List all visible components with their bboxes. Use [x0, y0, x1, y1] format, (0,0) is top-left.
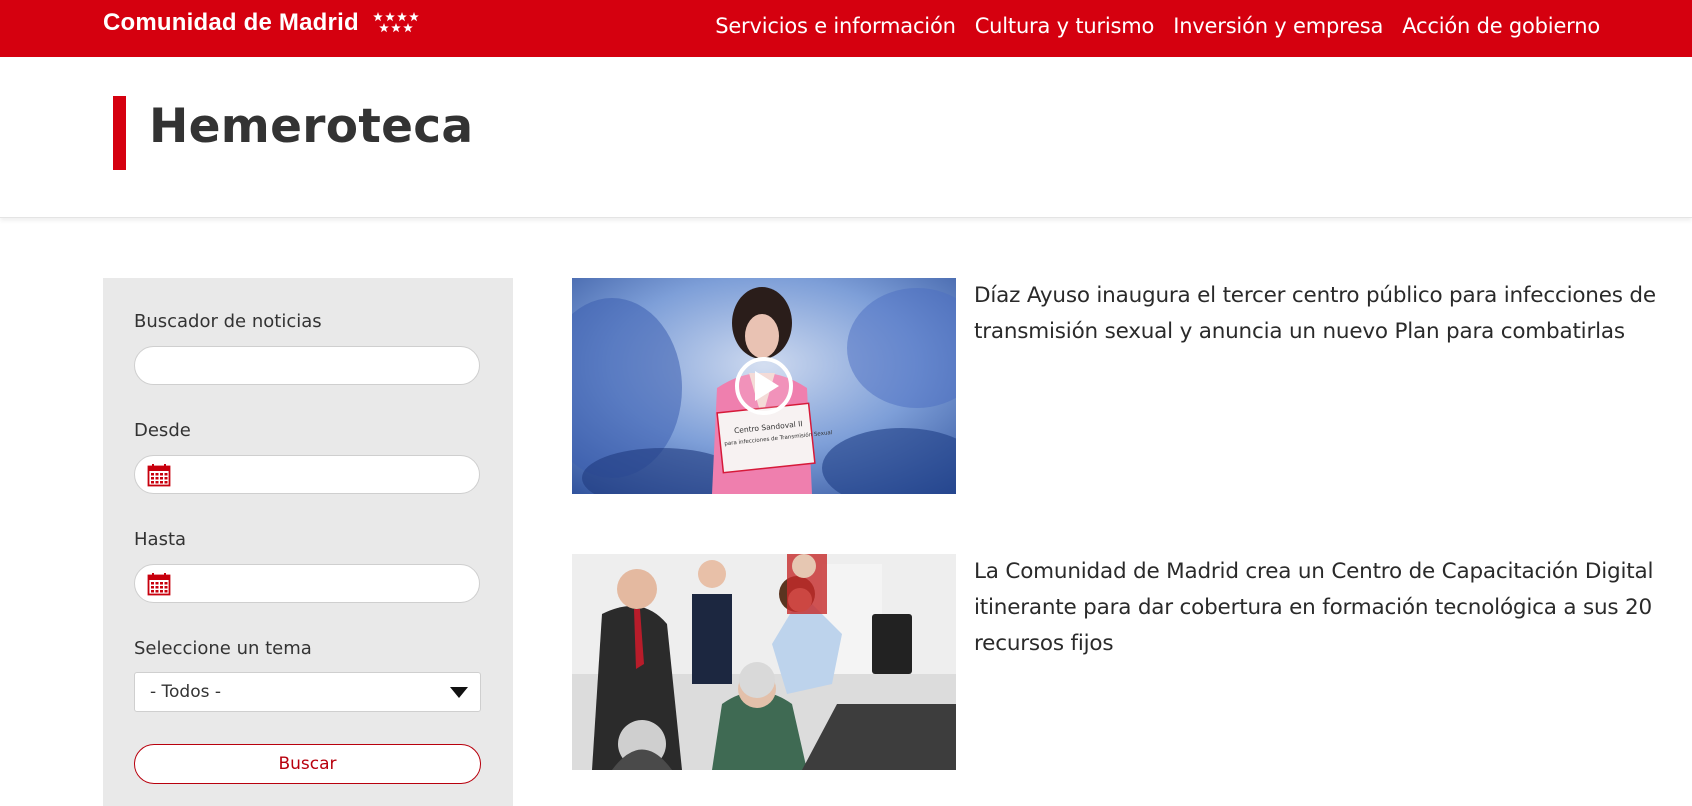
topic-label: Seleccione un tema: [134, 638, 312, 659]
title-accent-bar: [113, 96, 126, 170]
from-date-input[interactable]: [134, 455, 480, 494]
chevron-down-icon: [450, 687, 468, 698]
calendar-icon[interactable]: [147, 463, 171, 487]
from-label: Desde: [134, 420, 191, 441]
news-title-link[interactable]: La Comunidad de Madrid crea un Centro de…: [974, 554, 1692, 662]
main-nav: Servicios e información Cultura y turism…: [715, 10, 1600, 42]
topic-select[interactable]: - Todos -: [134, 672, 481, 712]
search-button[interactable]: Buscar: [134, 744, 481, 784]
page-title: Hemeroteca: [149, 99, 474, 154]
stars-icon: [373, 12, 419, 33]
calendar-icon[interactable]: [147, 572, 171, 596]
news-title-link[interactable]: Díaz Ayuso inaugura el tercer centro púb…: [974, 278, 1692, 350]
search-input[interactable]: [134, 346, 480, 385]
nav-accion[interactable]: Acción de gobierno: [1402, 10, 1600, 42]
nav-servicios[interactable]: Servicios e información: [715, 10, 956, 42]
page-header: Hemeroteca: [0, 57, 1692, 218]
news-filter-panel: Buscador de noticias Desde Hasta Selecci…: [103, 278, 513, 806]
search-label: Buscador de noticias: [134, 311, 322, 332]
top-bar: Comunidad de Madrid Servicios e informac…: [0, 0, 1692, 57]
nav-cultura[interactable]: Cultura y turismo: [975, 10, 1155, 42]
brand-name: Comunidad de Madrid: [103, 9, 359, 36]
to-label: Hasta: [134, 529, 187, 550]
to-date-input[interactable]: [134, 564, 480, 603]
news-photo: [572, 554, 956, 770]
topic-select-value: - Todos -: [150, 682, 222, 702]
nav-inversion[interactable]: Inversión y empresa: [1173, 10, 1383, 42]
brand-logo[interactable]: Comunidad de Madrid: [103, 6, 419, 40]
news-photo: Centro Sandoval II para infecciones de T…: [572, 278, 956, 494]
news-thumbnail[interactable]: [572, 554, 956, 770]
news-thumbnail[interactable]: Centro Sandoval II para infecciones de T…: [572, 278, 956, 494]
